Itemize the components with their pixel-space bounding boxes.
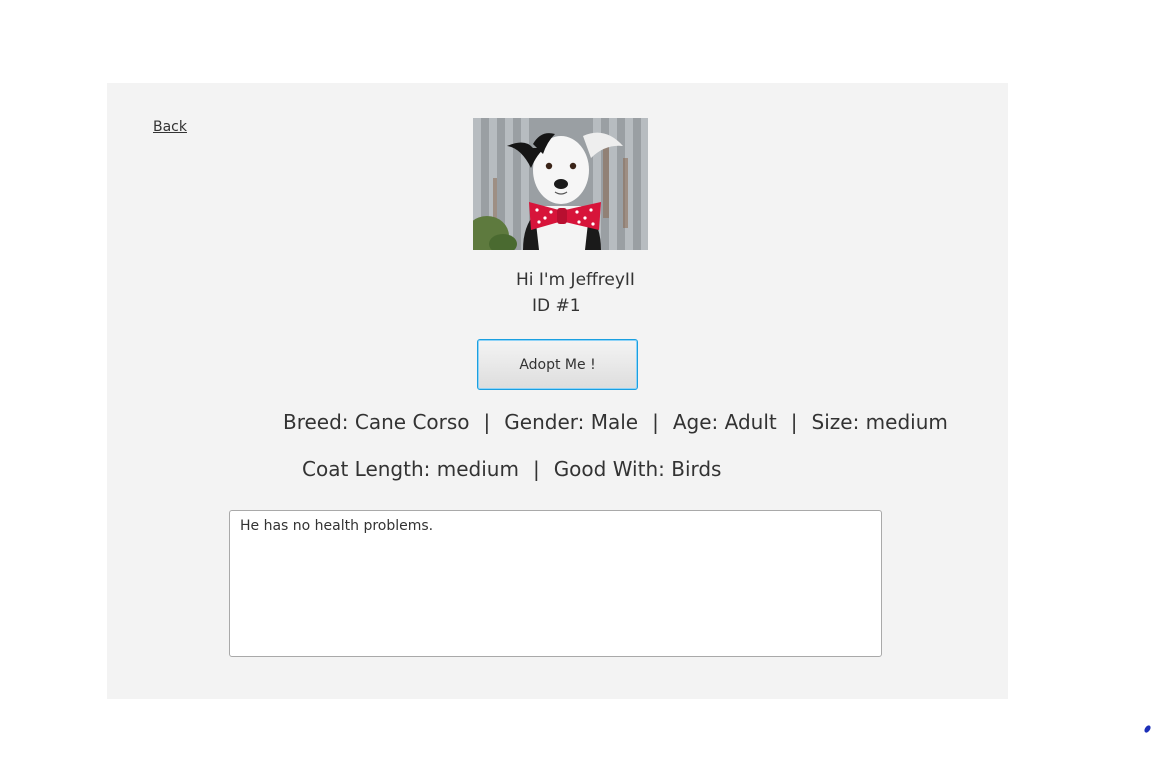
pet-greeting: Hi I'm JeffreyII [516,270,635,290]
separator: | [652,410,659,434]
separator: | [483,410,491,434]
pet-detail-panel: Back Hi I'm JeffreyII ID #1 Adopt Me ! B… [107,83,1008,699]
adopt-me-button-label: Adopt Me ! [519,356,596,373]
cursor-mark [1143,724,1152,734]
pet-photo-image [473,118,648,250]
coat-length-label: Coat Length: medium [302,457,519,481]
pet-id: ID #1 [532,296,581,316]
separator: | [790,410,798,434]
good-with-label: Good With: Birds [553,457,722,481]
attributes-row-1: Breed: Cane Corso | Gender: Male | Age: Adul… [283,410,948,434]
adopt-me-button[interactable]: Adopt Me ! [477,339,638,390]
health-notes-textarea[interactable]: He has no health problems. [229,510,882,657]
age-label: Age: Adult [672,410,777,434]
separator: | [532,457,540,481]
size-label: Size: medium [811,410,948,434]
back-link[interactable]: Back [153,119,187,135]
attributes-row-2: Coat Length: medium | Good With: Birds [302,457,721,481]
breed-label: Breed: Cane Corso [283,410,470,434]
pet-photo [473,118,648,250]
gender-label: Gender: Male [504,410,639,434]
